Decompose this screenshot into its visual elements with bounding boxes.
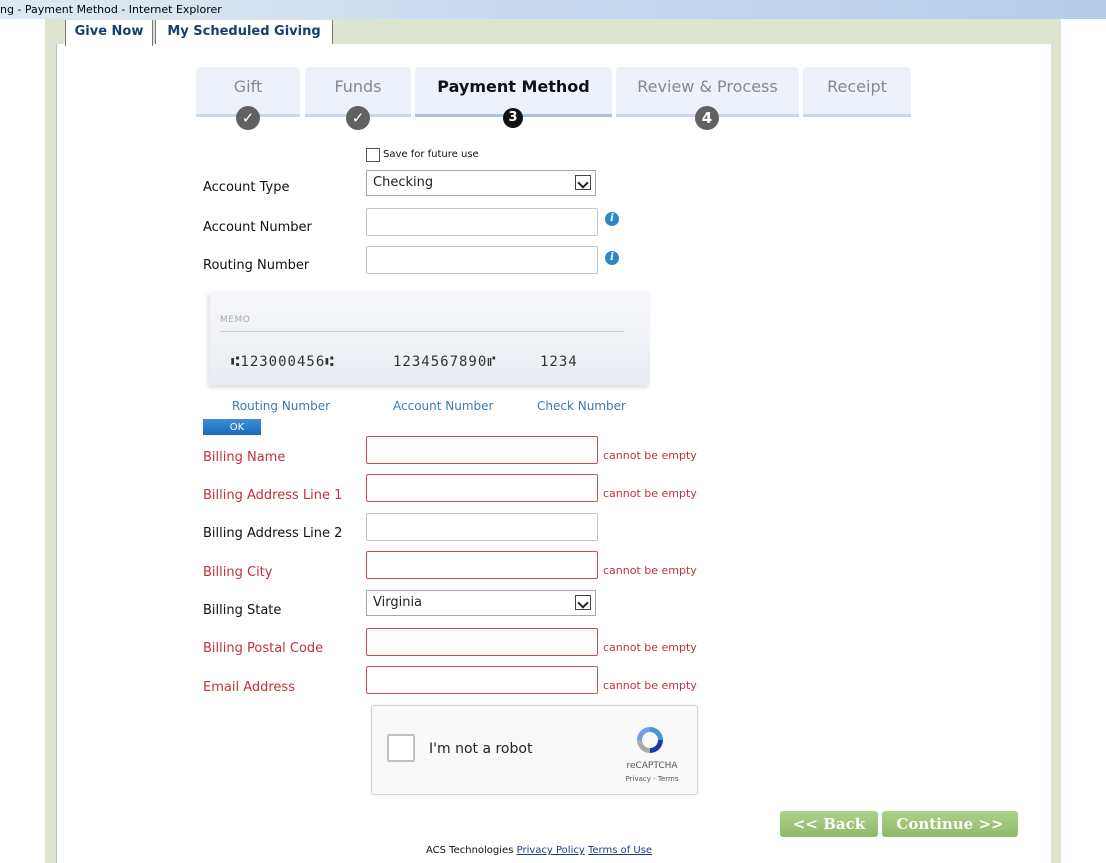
window-titlebar: ng - Payment Method - Internet Explorer [0,0,1106,19]
billing-name-error: cannot be empty [603,449,697,462]
terms-of-use-link[interactable]: Terms of Use [588,845,652,856]
info-icon[interactable]: i [605,212,619,226]
tab-scheduled-giving-label: My Scheduled Giving [167,24,321,39]
check-memo-label: MEMO [220,315,251,325]
privacy-policy-link[interactable]: Privacy Policy [517,845,585,856]
billing-address1-input[interactable] [366,474,598,502]
recaptcha-logo-icon [637,727,663,753]
account-type-select[interactable]: Checking [366,170,596,196]
check-account-micr: 1234567890⑈ [393,354,497,370]
recaptcha-terms-link[interactable]: Privacy - Terms [620,775,684,783]
recaptcha-widget: I'm not a robot reCAPTCHA Privacy - Term… [371,705,698,795]
billing-postal-input[interactable] [366,628,598,656]
billing-city-error: cannot be empty [603,564,697,577]
account-type-label: Account Type [203,180,290,195]
tab-scheduled-giving[interactable]: My Scheduled Giving [155,20,333,44]
billing-city-input[interactable] [366,551,598,579]
billing-postal-error: cannot be empty [603,641,697,654]
step-review-process-label: Review & Process [637,77,778,96]
save-future-checkbox[interactable] [366,148,380,162]
billing-state-value: Virginia [373,595,423,610]
recaptcha-label: I'm not a robot [429,741,533,757]
check-routing-caption: Routing Number [232,399,331,413]
back-button[interactable]: << Back [780,811,878,837]
account-number-input[interactable] [366,208,598,236]
billing-address1-error: cannot be empty [603,487,697,500]
chevron-down-icon [575,175,591,190]
tab-give-now[interactable]: Give Now [65,20,153,46]
account-type-value: Checking [373,175,434,190]
billing-address1-label: Billing Address Line 1 [203,488,343,503]
save-future-label: Save for future use [383,149,479,160]
step-gift-label: Gift [233,77,263,96]
email-error: cannot be empty [603,679,697,692]
step-review-number: 4 [695,106,719,130]
recaptcha-checkbox[interactable] [387,734,415,762]
check-memo-line [220,331,624,332]
billing-address2-label: Billing Address Line 2 [203,526,343,541]
step-payment-method-number: 3 [503,108,523,128]
check-illustration: MEMO ⑆123000456⑆ 1234567890⑈ 1234 [210,291,650,385]
billing-address2-input[interactable] [366,513,598,541]
account-number-label: Account Number [203,220,312,235]
billing-postal-label: Billing Postal Code [203,641,324,656]
billing-name-label: Billing Name [203,450,286,465]
step-gift-check-icon: ✓ [236,106,260,130]
window-title: ng - Payment Method - Internet Explorer [0,3,222,16]
tab-give-now-label: Give Now [74,24,144,39]
step-receipt-label: Receipt [827,77,887,96]
footer-company: ACS Technologies [426,845,514,856]
info-icon[interactable]: i [605,251,619,265]
continue-button[interactable]: Continue >> [882,811,1018,837]
billing-state-select[interactable]: Virginia [366,590,596,616]
check-number-micr: 1234 [540,354,578,370]
check-account-caption: Account Number [393,399,494,413]
ok-button[interactable]: OK [203,419,261,435]
recaptcha-brand: reCAPTCHA [626,761,678,771]
check-routing-micr: ⑆123000456⑆ [231,354,335,370]
check-number-caption: Check Number [537,399,626,413]
chevron-down-icon [575,595,591,610]
email-input[interactable] [366,666,598,694]
email-label: Email Address [203,680,295,695]
billing-city-label: Billing City [203,565,273,580]
step-funds-check-icon: ✓ [346,106,370,130]
billing-state-label: Billing State [203,603,282,618]
routing-number-input[interactable] [366,246,598,274]
footer: ACS Technologies Privacy Policy Terms of… [426,845,652,856]
step-receipt[interactable]: Receipt [803,67,911,117]
step-payment-method-label: Payment Method [437,77,590,96]
routing-number-label: Routing Number [203,258,310,273]
step-funds-label: Funds [334,77,382,96]
billing-name-input[interactable] [366,436,598,464]
